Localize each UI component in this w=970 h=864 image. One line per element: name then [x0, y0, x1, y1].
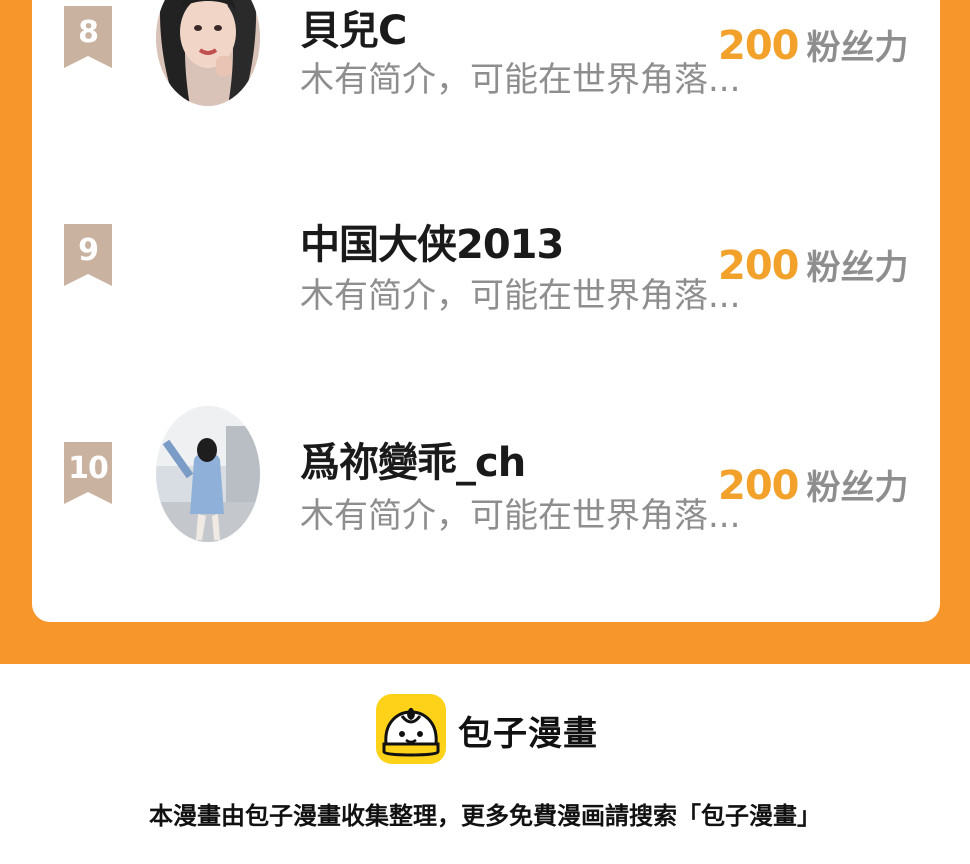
user-bio: 木有简介，可能在世界角落... [300, 496, 741, 536]
user-name: 中国大侠2013 [300, 222, 564, 268]
rank-ribbon-icon: 10 [64, 442, 112, 504]
user-name: 爲祢變乖_ch [300, 440, 526, 486]
footer-note: 本漫畫由包子漫畫收集整理，更多免費漫画請搜索「包子漫畫」 [149, 802, 821, 830]
user-bio: 木有简介，可能在世界角落... [300, 276, 741, 316]
leaderboard-row[interactable]: 9 中国大侠2013 木有简介，可能在世界角落... 200 粉丝力 [0, 196, 970, 336]
user-name: 貝兒C [300, 8, 407, 54]
bun-logo-icon [376, 694, 446, 764]
rank-ribbon-icon: 8 [64, 6, 112, 68]
fan-power-score: 200 粉丝力 [718, 20, 909, 69]
score-value: 200 [718, 243, 799, 289]
avatar[interactable] [156, 0, 260, 106]
score-unit: 粉丝力 [806, 28, 909, 68]
score-unit: 粉丝力 [806, 468, 909, 508]
leaderboard-row[interactable]: 10 爲祢變乖_ch 木有简介，可能在世界角落... 200 粉丝力 [0, 406, 970, 546]
rank-number: 9 [78, 233, 99, 268]
avatar[interactable] [156, 406, 260, 542]
leaderboard-row[interactable]: 8 貝兒C 木有简介，可能在世界角落... 200 粉丝力 [0, 0, 970, 116]
score-value: 200 [718, 23, 799, 69]
rank-number: 8 [78, 15, 99, 50]
user-bio: 木有简介，可能在世界角落... [300, 60, 741, 100]
fan-power-score: 200 粉丝力 [718, 460, 909, 509]
rank-ribbon-icon: 9 [64, 224, 112, 286]
brand-name: 包子漫畫 [458, 714, 598, 754]
score-unit: 粉丝力 [806, 248, 909, 288]
score-value: 200 [718, 463, 799, 509]
fan-power-score: 200 粉丝力 [718, 240, 909, 289]
avatar[interactable] [156, 196, 260, 332]
rank-number: 10 [68, 451, 109, 486]
